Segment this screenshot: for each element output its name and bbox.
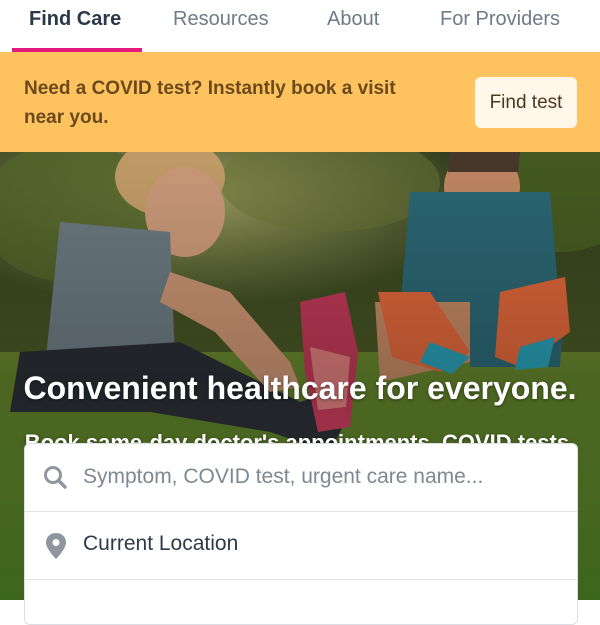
hero-title: Convenient healthcare for everyone. (23, 370, 577, 406)
location-row[interactable]: Current Location (25, 512, 577, 580)
location-pin-icon (46, 533, 66, 559)
tab-about[interactable]: About (327, 6, 379, 32)
search-input[interactable] (83, 458, 553, 496)
search-icon (44, 466, 67, 489)
tab-resources[interactable]: Resources (173, 6, 269, 32)
search-card: Current Location (24, 443, 578, 625)
search-row (25, 444, 577, 512)
tab-find-care[interactable]: Find Care (29, 6, 121, 32)
banner-message: Need a COVID test? Instantly book a visi… (24, 78, 396, 128)
location-field[interactable]: Current Location (83, 532, 238, 556)
top-nav-tabs: Find Care Resources About For Providers (0, 0, 600, 52)
find-test-button[interactable]: Find test (475, 77, 577, 128)
tab-for-providers[interactable]: For Providers (440, 6, 560, 32)
